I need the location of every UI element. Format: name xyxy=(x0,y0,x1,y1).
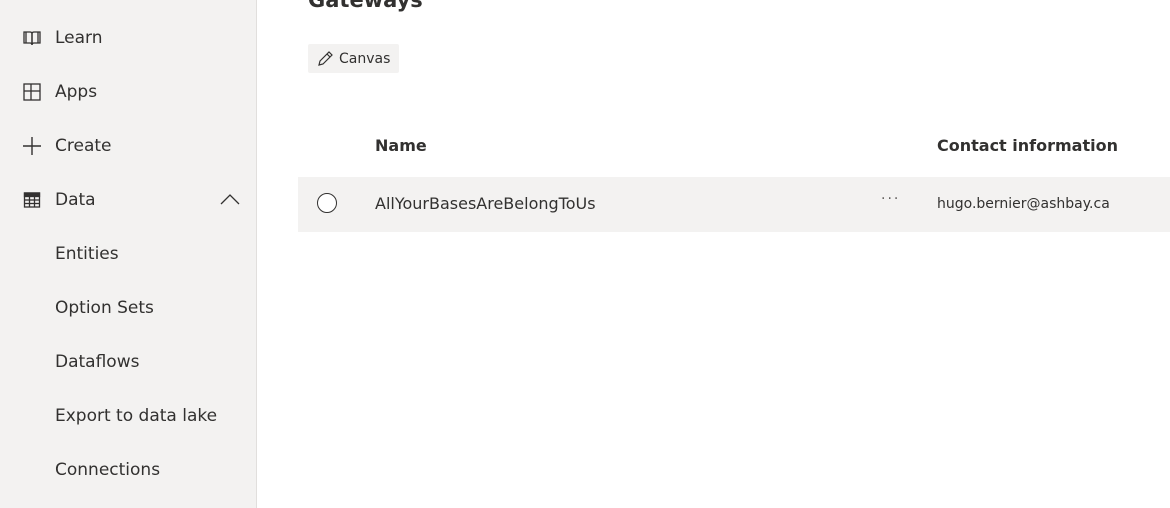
page-title: Gateways xyxy=(308,0,423,12)
contact-information: hugo.bernier@ashbay.ca xyxy=(937,196,1110,212)
main-content: Gateways Canvas Name Contact information… xyxy=(257,0,1170,508)
sidebar-item-label: Learn xyxy=(55,28,103,48)
sidebar-item-apps[interactable]: Apps xyxy=(0,65,256,119)
plus-icon xyxy=(22,136,42,156)
book-icon xyxy=(22,28,42,48)
sidebar-item-label: Apps xyxy=(55,82,98,102)
sidebar-item-learn[interactable]: Learn xyxy=(0,11,256,65)
sidebar-item-label: Entities xyxy=(55,244,119,264)
sidebar-item-label: Connections xyxy=(55,460,161,480)
sidebar-item-dataflows[interactable]: Dataflows xyxy=(0,335,256,389)
column-header-name[interactable]: Name xyxy=(375,136,427,155)
column-header-contact[interactable]: Contact information xyxy=(937,136,1118,155)
sidebar-item-label: Data xyxy=(55,190,96,210)
chevron-up-icon[interactable] xyxy=(220,190,240,210)
gateway-name[interactable]: AllYourBasesAreBelongToUs xyxy=(375,194,596,213)
sidebar-item-option-sets[interactable]: Option Sets xyxy=(0,281,256,335)
chip-label: Canvas xyxy=(339,50,391,67)
sidebar-item-entities[interactable]: Entities xyxy=(0,227,256,281)
sidebar-item-label: Option Sets xyxy=(55,298,154,318)
more-options-icon[interactable]: ··· xyxy=(881,191,900,207)
sidebar-item-connections[interactable]: Connections xyxy=(0,443,256,497)
sidebar-item-create[interactable]: Create xyxy=(0,119,256,173)
row-select-radio[interactable] xyxy=(317,193,337,213)
sidebar-item-export-to-data-lake[interactable]: Export to data lake xyxy=(0,389,256,443)
sidebar-item-data[interactable]: Data xyxy=(0,173,256,227)
table-row[interactable]: AllYourBasesAreBelongToUs ··· hugo.berni… xyxy=(298,177,1170,232)
table-icon xyxy=(22,190,42,210)
sidebar-item-label: Create xyxy=(55,136,112,156)
pencil-icon xyxy=(316,50,334,68)
sidebar-item-label: Dataflows xyxy=(55,352,140,372)
sidebar-item-label: Export to data lake xyxy=(55,406,218,426)
canvas-chip[interactable]: Canvas xyxy=(308,44,400,73)
apps-icon xyxy=(22,82,42,102)
sidebar: Learn Apps Create Data Entities Option S… xyxy=(0,0,257,508)
